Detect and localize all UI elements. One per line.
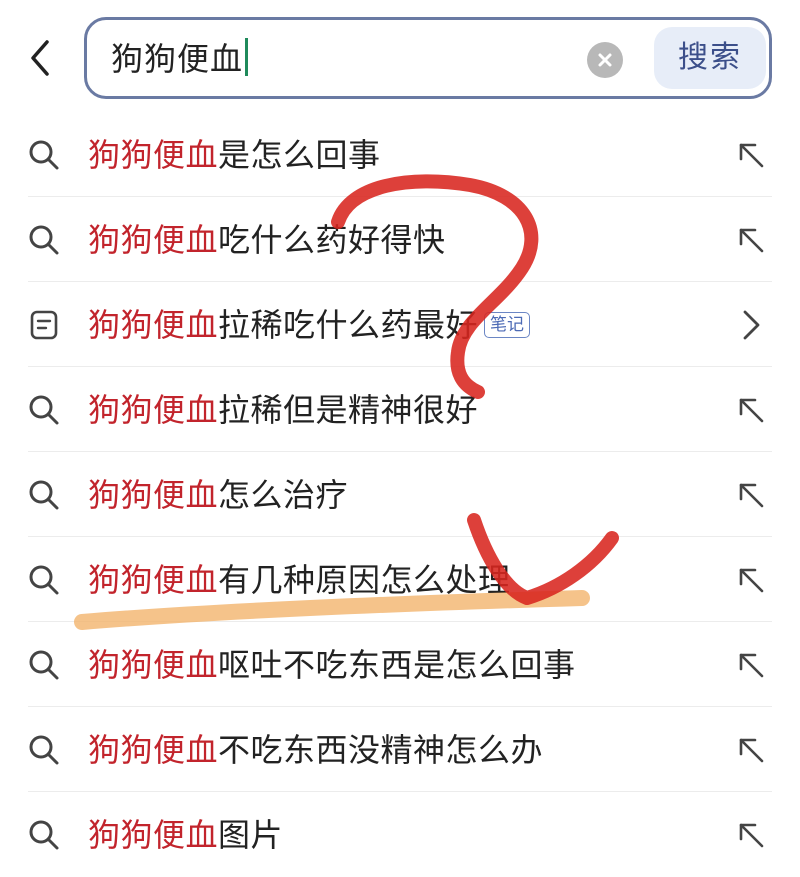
suggestion-highlight: 狗狗便血 <box>88 816 219 854</box>
suggestion-item-note[interactable]: 狗狗便血拉稀吃什么药最好 笔记 <box>0 282 800 367</box>
suggestion-highlight: 狗狗便血 <box>88 136 219 174</box>
suggestion-item[interactable]: 狗狗便血图片 <box>0 792 800 877</box>
suggestion-text: 狗狗便血图片 <box>88 812 283 858</box>
suggestion-rest: 怎么治疗 <box>218 476 349 514</box>
suggestion-item[interactable]: 狗狗便血吃什么药好得快 <box>0 197 800 282</box>
search-icon <box>26 562 62 598</box>
suggestion-rest: 呕吐不吃东西是怎么回事 <box>218 646 576 684</box>
suggestion-rest: 吃什么药好得快 <box>218 221 446 259</box>
suggestion-item[interactable]: 狗狗便血拉稀但是精神很好 <box>0 367 800 452</box>
close-icon <box>598 53 612 67</box>
search-icon <box>26 647 62 683</box>
search-box[interactable]: 狗狗便血 搜索 <box>84 17 772 99</box>
search-icon <box>26 477 62 513</box>
suggestion-text: 狗狗便血怎么治疗 <box>88 472 348 518</box>
chevron-right-icon[interactable] <box>734 308 768 342</box>
suggestion-item[interactable]: 狗狗便血不吃东西没精神怎么办 <box>0 707 800 792</box>
text-cursor <box>245 38 249 76</box>
clear-button[interactable] <box>587 42 623 78</box>
suggestion-highlight: 狗狗便血 <box>88 561 219 599</box>
search-query-text: 狗狗便血 <box>111 40 244 78</box>
suggestion-item[interactable]: 狗狗便血有几种原因怎么处理 <box>0 537 800 622</box>
suggestion-rest: 拉稀吃什么药最好 <box>218 306 479 344</box>
suggestion-highlight: 狗狗便血 <box>88 306 219 344</box>
arrow-up-left-icon[interactable] <box>734 478 768 512</box>
search-icon <box>26 817 62 853</box>
arrow-up-left-icon[interactable] <box>734 733 768 767</box>
note-doc-icon <box>26 307 62 343</box>
suggestion-text: 狗狗便血拉稀但是精神很好 <box>88 387 478 433</box>
arrow-up-left-icon[interactable] <box>734 818 768 852</box>
back-button[interactable] <box>18 36 62 80</box>
search-icon <box>26 222 62 258</box>
suggestion-text: 狗狗便血有几种原因怎么处理 <box>88 557 511 603</box>
search-header: 狗狗便血 搜索 <box>0 0 800 112</box>
suggestion-rest: 图片 <box>218 816 284 854</box>
search-icon <box>26 392 62 428</box>
suggestion-text: 狗狗便血呕吐不吃东西是怎么回事 <box>88 642 576 688</box>
search-icon <box>26 732 62 768</box>
suggestion-rest: 有几种原因怎么处理 <box>218 561 511 599</box>
suggestion-item[interactable]: 狗狗便血怎么治疗 <box>0 452 800 537</box>
arrow-up-left-icon[interactable] <box>734 138 768 172</box>
suggestion-rest: 拉稀但是精神很好 <box>218 391 479 429</box>
suggestion-highlight: 狗狗便血 <box>88 476 219 514</box>
suggestion-text: 狗狗便血是怎么回事 <box>88 132 381 178</box>
arrow-up-left-icon[interactable] <box>734 223 768 257</box>
suggestion-text: 狗狗便血不吃东西没精神怎么办 <box>88 727 543 773</box>
suggestion-rest: 是怎么回事 <box>218 136 381 174</box>
suggestion-item[interactable]: 狗狗便血呕吐不吃东西是怎么回事 <box>0 622 800 707</box>
arrow-up-left-icon[interactable] <box>734 648 768 682</box>
suggestion-item[interactable]: 狗狗便血是怎么回事 <box>0 112 800 197</box>
suggestion-rest: 不吃东西没精神怎么办 <box>218 731 544 769</box>
suggestion-highlight: 狗狗便血 <box>88 391 219 429</box>
search-input[interactable]: 狗狗便血 <box>111 38 249 80</box>
note-badge: 笔记 <box>484 312 531 338</box>
search-icon <box>26 137 62 173</box>
suggestion-text: 狗狗便血拉稀吃什么药最好 笔记 <box>88 302 531 348</box>
suggestion-text: 狗狗便血吃什么药好得快 <box>88 217 446 263</box>
suggestion-list: 狗狗便血是怎么回事 狗狗便血吃什么药好得快 狗狗便血拉稀吃什么药最好 笔记 狗狗便… <box>0 112 800 877</box>
chevron-left-icon <box>31 40 49 76</box>
arrow-up-left-icon[interactable] <box>734 393 768 427</box>
arrow-up-left-icon[interactable] <box>734 563 768 597</box>
search-button[interactable]: 搜索 <box>654 27 766 89</box>
suggestion-highlight: 狗狗便血 <box>88 221 219 259</box>
suggestion-highlight: 狗狗便血 <box>88 731 219 769</box>
suggestion-highlight: 狗狗便血 <box>88 646 219 684</box>
